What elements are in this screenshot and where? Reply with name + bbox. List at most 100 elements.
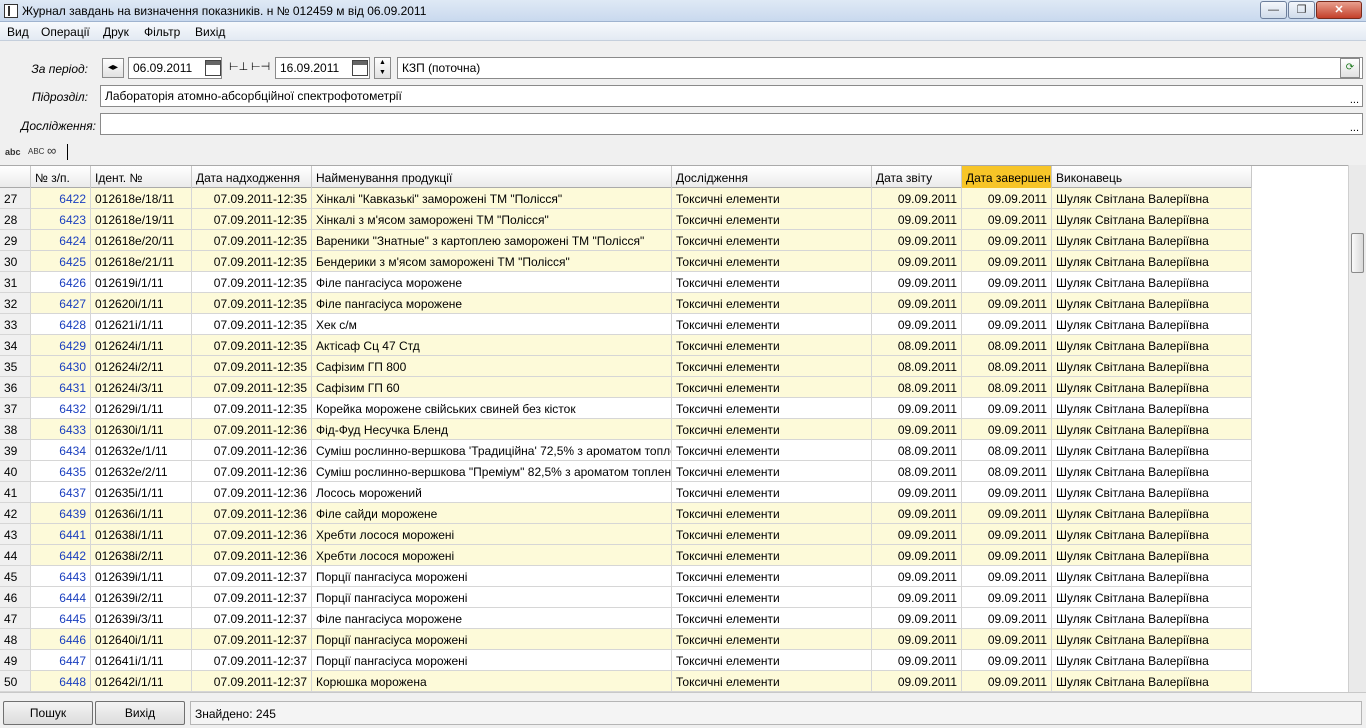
menu-view[interactable]: Вид (7, 25, 29, 39)
cell-completion-date[interactable]: 09.09.2011 (962, 251, 1052, 271)
cell-rownum[interactable]: 34 (0, 335, 31, 355)
cell-completion-date[interactable]: 08.09.2011 (962, 356, 1052, 376)
table-row[interactable]: 30 6425 012618е/21/11 07.09.2011-12:35 Бенде… (0, 251, 1252, 272)
table-row[interactable]: 49 6447 012641і/1/11 07.09.2011-12:37 Порції… (0, 650, 1252, 671)
cell-research[interactable]: Токсичні елементи (672, 482, 872, 502)
cell-received-date[interactable]: 07.09.2011-12:36 (192, 524, 312, 544)
cell-rownum[interactable]: 42 (0, 503, 31, 523)
cell-received-date[interactable]: 07.09.2011-12:35 (192, 314, 312, 334)
cell-report-date[interactable]: 09.09.2011 (872, 188, 962, 208)
cell-report-date[interactable]: 09.09.2011 (872, 314, 962, 334)
cell-received-date[interactable]: 07.09.2011-12:37 (192, 650, 312, 670)
cell-executor[interactable]: Шуляк Світлана Валеріївна (1052, 608, 1252, 628)
cell-received-date[interactable]: 07.09.2011-12:36 (192, 545, 312, 565)
cell-executor[interactable]: Шуляк Світлана Валеріївна (1052, 398, 1252, 418)
cell-completion-date[interactable]: 09.09.2011 (962, 671, 1052, 691)
cell-received-date[interactable]: 07.09.2011-12:35 (192, 356, 312, 376)
cell-executor[interactable]: Шуляк Світлана Валеріївна (1052, 356, 1252, 376)
table-row[interactable]: 43 6441 012638і/1/11 07.09.2011-12:36 Хребти… (0, 524, 1252, 545)
cell-received-date[interactable]: 07.09.2011-12:37 (192, 608, 312, 628)
cell-rownum[interactable]: 50 (0, 671, 31, 691)
table-row[interactable]: 38 6433 012630і/1/11 07.09.2011-12:36 Фід-Фу… (0, 419, 1252, 440)
cell-completion-date[interactable]: 09.09.2011 (962, 524, 1052, 544)
cell-rownum[interactable]: 36 (0, 377, 31, 397)
cell-number[interactable]: 6435 (31, 461, 91, 481)
cell-research[interactable]: Токсичні елементи (672, 461, 872, 481)
cell-executor[interactable]: Шуляк Світлана Валеріївна (1052, 440, 1252, 460)
cell-received-date[interactable]: 07.09.2011-12:35 (192, 272, 312, 292)
cell-number[interactable]: 6429 (31, 335, 91, 355)
cell-ident[interactable]: 012629і/1/11 (91, 398, 192, 418)
header-rownum[interactable] (0, 166, 31, 188)
cell-number[interactable]: 6434 (31, 440, 91, 460)
cell-ident[interactable]: 012638і/2/11 (91, 545, 192, 565)
cell-number[interactable]: 6426 (31, 272, 91, 292)
cell-completion-date[interactable]: 09.09.2011 (962, 230, 1052, 250)
cell-executor[interactable]: Шуляк Світлана Валеріївна (1052, 650, 1252, 670)
cell-report-date[interactable]: 09.09.2011 (872, 608, 962, 628)
cell-product-name[interactable]: Філе пангасіуса морожене (312, 272, 672, 292)
table-row[interactable]: 37 6432 012629і/1/11 07.09.2011-12:35 Корейк… (0, 398, 1252, 419)
cell-received-date[interactable]: 07.09.2011-12:35 (192, 188, 312, 208)
cell-ident[interactable]: 012630і/1/11 (91, 419, 192, 439)
cell-report-date[interactable]: 08.09.2011 (872, 440, 962, 460)
header-research[interactable]: Дослідження (672, 166, 872, 188)
cell-executor[interactable]: Шуляк Світлана Валеріївна (1052, 566, 1252, 586)
header-report-date[interactable]: Дата звіту (872, 166, 962, 188)
cell-rownum[interactable]: 46 (0, 587, 31, 607)
cell-rownum[interactable]: 45 (0, 566, 31, 586)
cell-rownum[interactable]: 40 (0, 461, 31, 481)
cell-product-name[interactable]: Порції пангасіуса морожені (312, 650, 672, 670)
cell-report-date[interactable]: 08.09.2011 (872, 335, 962, 355)
cell-rownum[interactable]: 37 (0, 398, 31, 418)
cell-report-date[interactable]: 09.09.2011 (872, 230, 962, 250)
cell-received-date[interactable]: 07.09.2011-12:36 (192, 482, 312, 502)
cell-completion-date[interactable]: 08.09.2011 (962, 461, 1052, 481)
cell-completion-date[interactable]: 09.09.2011 (962, 608, 1052, 628)
cell-report-date[interactable]: 09.09.2011 (872, 587, 962, 607)
cell-completion-date[interactable]: 08.09.2011 (962, 335, 1052, 355)
cell-product-name[interactable]: Хребти лосося морожені (312, 545, 672, 565)
cell-completion-date[interactable]: 09.09.2011 (962, 314, 1052, 334)
cell-product-name[interactable]: Бендерики з м'ясом заморожені ТМ "Полісс… (312, 251, 672, 271)
cell-completion-date[interactable]: 09.09.2011 (962, 482, 1052, 502)
exit-button[interactable]: Вихід (95, 701, 185, 725)
table-row[interactable]: 34 6429 012624і/1/11 07.09.2011-12:35 Актіса… (0, 335, 1252, 356)
cell-rownum[interactable]: 35 (0, 356, 31, 376)
cell-ident[interactable]: 012624і/2/11 (91, 356, 192, 376)
cell-executor[interactable]: Шуляк Світлана Валеріївна (1052, 419, 1252, 439)
cell-executor[interactable]: Шуляк Світлана Валеріївна (1052, 587, 1252, 607)
header-number[interactable]: № з/п. (31, 166, 91, 188)
cell-received-date[interactable]: 07.09.2011-12:35 (192, 377, 312, 397)
cell-completion-date[interactable]: 09.09.2011 (962, 545, 1052, 565)
cell-research[interactable]: Токсичні елементи (672, 335, 872, 355)
cell-research[interactable]: Токсичні елементи (672, 566, 872, 586)
cell-product-name[interactable]: Фід-Фуд Несучка Бленд (312, 419, 672, 439)
cell-executor[interactable]: Шуляк Світлана Валеріївна (1052, 545, 1252, 565)
cell-rownum[interactable]: 31 (0, 272, 31, 292)
cell-research[interactable]: Токсичні елементи (672, 314, 872, 334)
table-row[interactable]: 33 6428 012621і/1/11 07.09.2011-12:35 Хек с/… (0, 314, 1252, 335)
cell-rownum[interactable]: 47 (0, 608, 31, 628)
cell-number[interactable]: 6422 (31, 188, 91, 208)
cell-research[interactable]: Токсичні елементи (672, 440, 872, 460)
cell-report-date[interactable]: 09.09.2011 (872, 398, 962, 418)
menu-print[interactable]: Друк (103, 25, 129, 39)
calendar-to-icon[interactable] (352, 60, 368, 76)
table-row[interactable]: 42 6439 012636і/1/11 07.09.2011-12:36 Філе с… (0, 503, 1252, 524)
cell-number[interactable]: 6448 (31, 671, 91, 691)
table-row[interactable]: 28 6423 012618е/19/11 07.09.2011-12:35 Хінка… (0, 209, 1252, 230)
cell-ident[interactable]: 012618е/20/11 (91, 230, 192, 250)
cell-number[interactable]: 6427 (31, 293, 91, 313)
cell-executor[interactable]: Шуляк Світлана Валеріївна (1052, 272, 1252, 292)
cell-product-name[interactable]: Актісаф Сц 47 Стд (312, 335, 672, 355)
cell-report-date[interactable]: 09.09.2011 (872, 272, 962, 292)
cell-received-date[interactable]: 07.09.2011-12:36 (192, 503, 312, 523)
cell-executor[interactable]: Шуляк Світлана Валеріївна (1052, 251, 1252, 271)
cell-received-date[interactable]: 07.09.2011-12:35 (192, 209, 312, 229)
cell-number[interactable]: 6424 (31, 230, 91, 250)
cell-report-date[interactable]: 08.09.2011 (872, 377, 962, 397)
cell-ident[interactable]: 012619і/1/11 (91, 272, 192, 292)
header-product-name[interactable]: Найменування продукції (312, 166, 672, 188)
cell-report-date[interactable]: 09.09.2011 (872, 293, 962, 313)
